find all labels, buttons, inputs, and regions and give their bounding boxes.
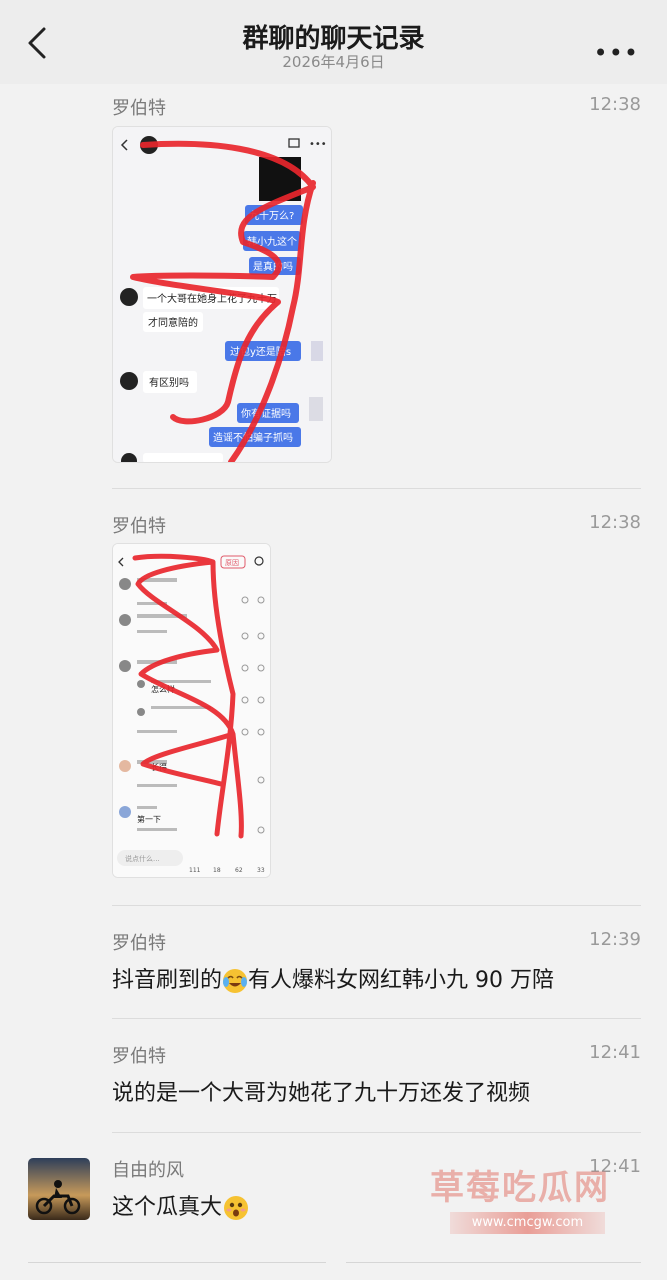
count-label: 111 (189, 867, 201, 874)
chat-bubble: 才同意陪的 (148, 316, 198, 329)
chat-date: 2026年4月6日 (282, 53, 385, 71)
chat-screenshot-image[interactable]: ••• 九十万么? 韩小九这个 是真的吗 一个大哥在她身上花了九十万 才同意陪的… (112, 126, 332, 463)
message-time: 12:41 (589, 1042, 641, 1063)
message-text-part: 抖音刷到的 (112, 968, 223, 993)
message-text: 抖音刷到的 有人爆料女网红韩小九 90 万陪 (112, 962, 554, 994)
chat-bubble: 是真的吗 (253, 260, 293, 273)
more-options-icon[interactable]: ••• (594, 41, 639, 65)
message-text: 说的是一个大哥为她花了九十万还发了视频 (112, 1081, 531, 1106)
message-divider (112, 488, 641, 489)
chat-bubble: 有区别吗 (149, 376, 189, 389)
message-text-part: 这个瓜真大 (112, 1195, 223, 1220)
sender-name: 罗伯特 (112, 516, 166, 537)
message-time: 12:38 (589, 512, 641, 533)
badge-text: 原因 (225, 559, 239, 567)
comment-screenshot-drawing: 原因 怎么样 长得 第一下 说点什么... 111 18 62 33 (113, 544, 270, 877)
bottom-divider (28, 1262, 326, 1263)
comment-screenshot-image[interactable]: 原因 怎么样 长得 第一下 说点什么... 111 18 62 33 (112, 543, 271, 878)
message-text: 这个瓜真大 (112, 1189, 250, 1222)
count-label: 33 (257, 867, 265, 874)
message-item: 罗伯特 12:39 抖音刷到的 有人爆料女网红韩小九 90 万陪 (112, 929, 641, 999)
watermark-url: www.cmcgw.com (450, 1212, 605, 1234)
message-item: 罗伯特 12:38 (112, 512, 641, 542)
avatar[interactable] (28, 1158, 90, 1220)
page-title: 群聊的聊天记录 (242, 24, 425, 54)
sender-name: 罗伯特 (112, 1046, 166, 1067)
message-divider (112, 1018, 641, 1019)
chat-bubble: 造谣不怕骗子抓吗 (213, 431, 293, 444)
message-divider (112, 1132, 641, 1133)
watermark-text: 草莓吃瓜网 (430, 1168, 610, 1208)
message-divider (112, 905, 641, 906)
shocked-face-emoji-icon (224, 1196, 249, 1220)
comment-input: 说点什么... (125, 854, 160, 863)
sender-name: 自由的风 (112, 1160, 184, 1181)
top-bar: 群聊的聊天记录 2026年4月6日 ••• (0, 0, 667, 84)
sender-name: 罗伯特 (112, 933, 166, 954)
message-time: 12:38 (589, 94, 641, 115)
message-text-part: 有人爆料女网红韩小九 90 万陪 (248, 968, 554, 993)
count-label: 62 (235, 867, 243, 874)
chat-screenshot-drawing: ••• 九十万么? 韩小九这个 是真的吗 一个大哥在她身上花了九十万 才同意陪的… (113, 127, 331, 462)
comment-text: 第一下 (137, 814, 161, 824)
sender-name: 罗伯特 (112, 98, 166, 119)
message-item: 罗伯特 12:41 说的是一个大哥为她花了九十万还发了视频 (112, 1042, 641, 1112)
motorcycle-avatar-icon (28, 1158, 90, 1220)
crying-laughing-emoji-icon (223, 969, 248, 993)
count-label: 18 (213, 867, 221, 874)
svg-text:•••: ••• (309, 139, 327, 150)
chat-bubble: 你有证据吗 (241, 407, 291, 420)
bottom-divider (346, 1262, 641, 1263)
message-time: 12:39 (589, 929, 641, 950)
